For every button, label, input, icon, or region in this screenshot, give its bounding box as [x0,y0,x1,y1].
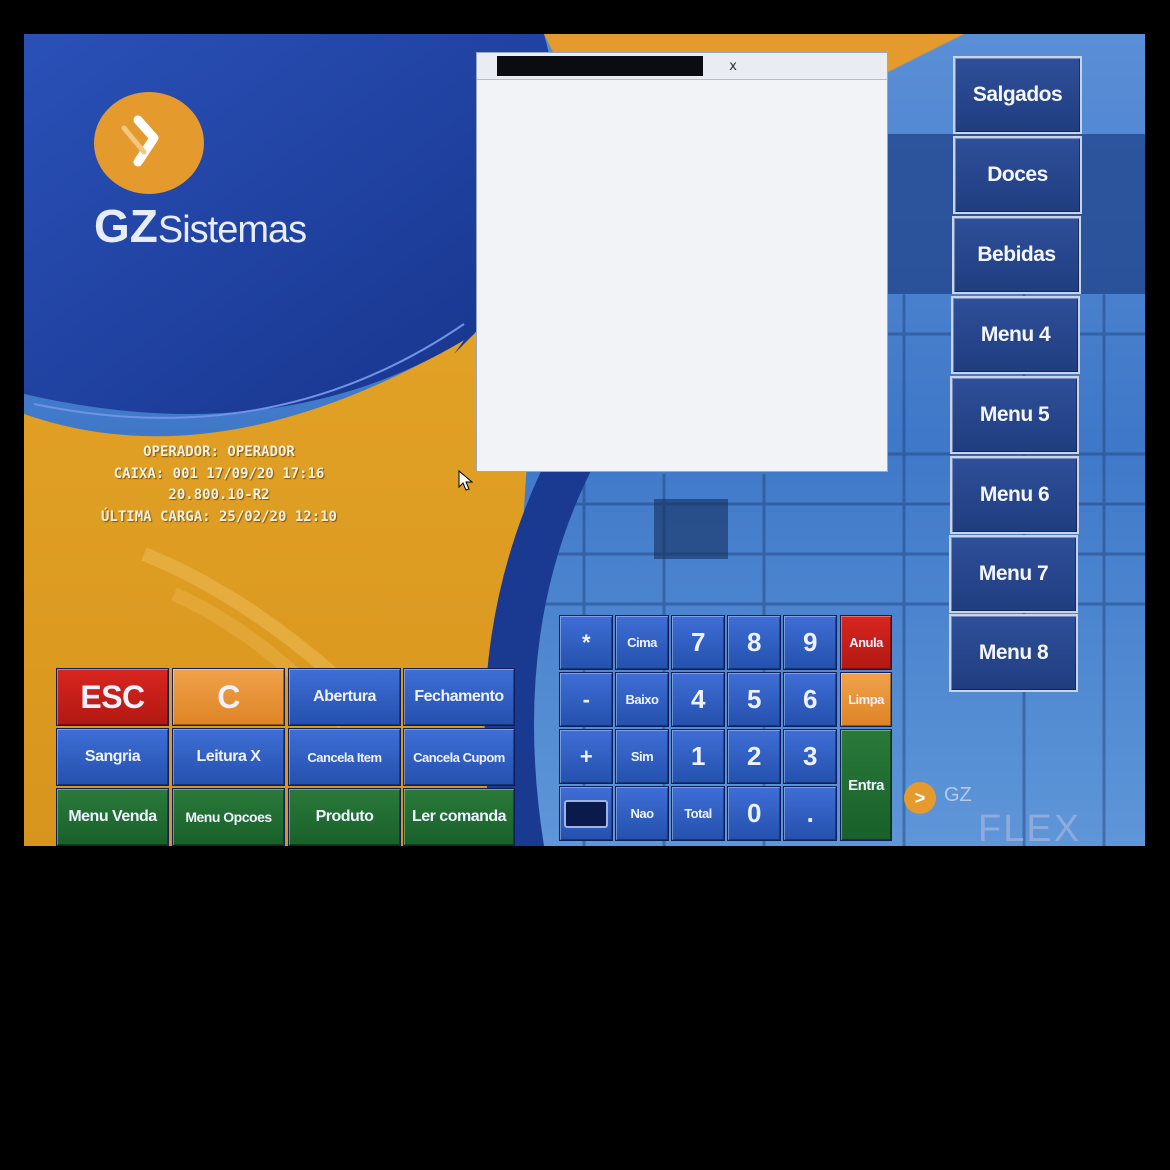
brand-wordmark: GZSistemas [94,199,307,253]
menu-bebidas-button[interactable]: Bebidas [952,216,1081,294]
key-3[interactable]: 3 [783,729,837,784]
menu-8-button[interactable]: Menu 8 [949,614,1078,692]
key-0[interactable]: 0 [727,786,781,841]
product-logo-chevron-icon: > [904,782,936,814]
product-logo-gz: GZ [944,784,972,806]
menu-5-button[interactable]: Menu 5 [950,376,1079,454]
key-9[interactable]: 9 [783,615,837,670]
key-7[interactable]: 7 [671,615,725,670]
sangria-button[interactable]: Sangria [56,728,169,786]
session-info: OPERADOR: OPERADOR CAIXA: 001 17/09/20 1… [44,442,394,528]
produto-button[interactable]: Produto [288,788,401,846]
clear-button[interactable]: C [172,668,285,726]
menu-venda-button[interactable]: Menu Venda [56,788,169,846]
baixo-key[interactable]: Baixo [615,672,669,727]
key-6[interactable]: 6 [783,672,837,727]
cima-key[interactable]: Cima [615,615,669,670]
caixa-line: CAIXA: 001 17/09/20 17:16 [113,465,325,482]
key-4[interactable]: 4 [671,672,725,727]
entra-key[interactable]: Entra [840,729,892,841]
product-logo-word: FLEX [978,808,1082,846]
esc-button[interactable]: ESC [56,668,169,726]
leitura-x-button[interactable]: Leitura X [172,728,285,786]
key-5[interactable]: 5 [727,672,781,727]
key-8[interactable]: 8 [727,615,781,670]
brand-logo-badge [94,92,204,194]
last-load-line: ÚLTIMA CARGA: 25/02/20 12:10 [100,508,337,525]
abertura-button[interactable]: Abertura [288,668,401,726]
brand-name-bold: GZ [94,200,158,252]
menu-doces-button[interactable]: Doces [953,136,1082,214]
popup-close-button[interactable]: x [713,57,753,77]
brand-name-rest: Sistemas [157,209,307,251]
popup-window: x [476,52,888,472]
total-key[interactable]: Total [671,786,725,841]
menu-7-button[interactable]: Menu 7 [949,535,1078,613]
anula-key[interactable]: Anula [840,615,892,670]
menu-6-button[interactable]: Menu 6 [950,456,1079,534]
mouse-cursor-icon [458,470,474,491]
minus-key[interactable]: - [559,672,613,727]
popup-title-redacted [497,56,703,76]
ler-comanda-button[interactable]: Ler comanda [403,788,515,846]
menu-opcoes-button[interactable]: Menu Opcoes [172,788,285,846]
sim-key[interactable]: Sim [615,729,669,784]
menu-4-button[interactable]: Menu 4 [951,296,1080,374]
operator-line: OPERADOR: OPERADOR [143,444,295,460]
version-line: 20.800.10-R2 [168,487,270,503]
popup-title-bar: x [477,53,887,80]
star-key[interactable]: * [559,615,613,670]
nao-key[interactable]: Nao [615,786,669,841]
pos-screen: GZSistemas OPERADOR: OPERADOR CAIXA: 001… [24,34,1145,846]
cancela-cupom-button[interactable]: Cancela Cupom [403,728,515,786]
chevron-right-icon [121,115,159,167]
fechamento-button[interactable]: Fechamento [403,668,515,726]
dot-key[interactable]: . [783,786,837,841]
limpa-key[interactable]: Limpa [840,672,892,727]
keyboard-icon [564,799,608,828]
menu-salgados-button[interactable]: Salgados [953,56,1082,134]
plus-key[interactable]: + [559,729,613,784]
cancela-item-button[interactable]: Cancela Item [288,728,401,786]
key-2[interactable]: 2 [727,729,781,784]
key-1[interactable]: 1 [671,729,725,784]
keyboard-key[interactable] [559,786,613,841]
